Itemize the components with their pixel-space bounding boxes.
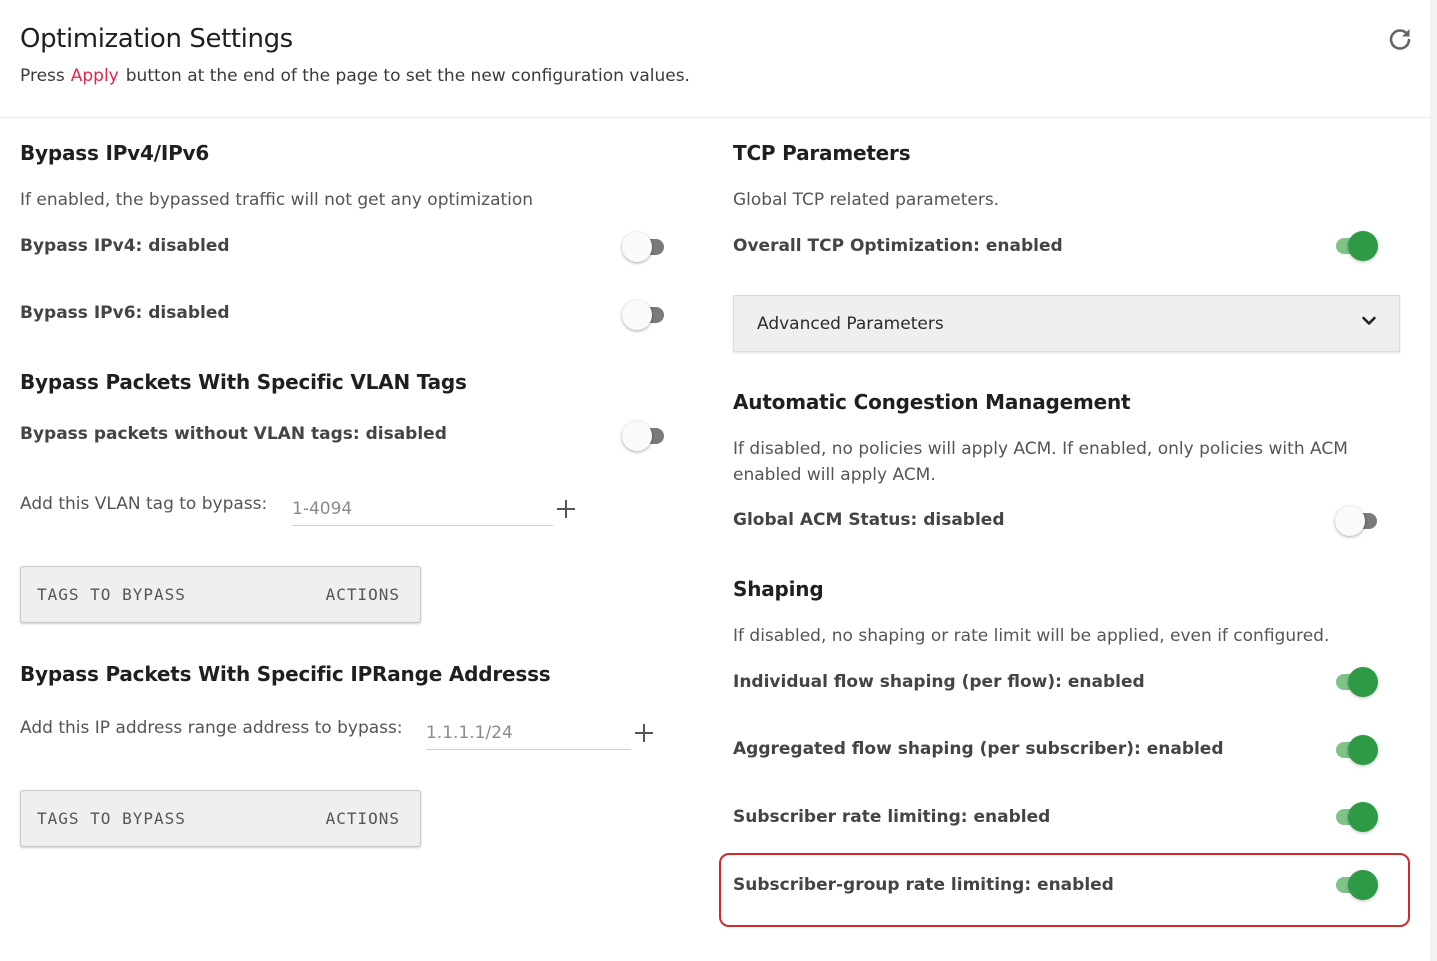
acm-description: If disabled, no policies will apply ACM.… xyxy=(733,439,1348,485)
aggregated-flow-shaping-toggle[interactable] xyxy=(1336,735,1378,765)
shaping-item-label: Individual flow shaping (per flow): enab… xyxy=(733,672,1145,692)
acm-status-toggle[interactable] xyxy=(1335,506,1377,536)
iprange-add-label: Add this IP address range address to byp… xyxy=(20,718,403,738)
toggle-knob xyxy=(1348,802,1378,832)
individual-flow-shaping-toggle[interactable] xyxy=(1336,667,1378,697)
refresh-icon[interactable] xyxy=(1387,26,1413,52)
advanced-parameters-label: Advanced Parameters xyxy=(757,314,944,334)
iprange-actions-column-header: ACTIONS xyxy=(325,809,400,828)
vlan-tags-column-header: TAGS TO BYPASS xyxy=(37,585,186,604)
iprange-tags-column-header: TAGS TO BYPASS xyxy=(37,809,186,828)
bypass-no-vlan-label: Bypass packets without VLAN tags: disabl… xyxy=(20,424,447,444)
subscriber-group-rate-limiting-toggle[interactable] xyxy=(1336,870,1378,900)
apply-link[interactable]: Apply xyxy=(71,66,119,86)
shaping-title: Shaping xyxy=(733,577,824,601)
shaping-item-label: Subscriber rate limiting: enabled xyxy=(733,807,1051,827)
chevron-down-icon xyxy=(1362,316,1376,325)
tcp-overall-toggle[interactable] xyxy=(1336,231,1378,261)
page-subtitle: Press Apply button at the end of the page … xyxy=(20,66,690,86)
bypass-no-vlan-toggle[interactable] xyxy=(622,421,664,451)
advanced-parameters-accordion[interactable]: Advanced Parameters xyxy=(733,295,1400,352)
iprange-input[interactable] xyxy=(426,716,631,750)
toggle-knob xyxy=(622,421,652,451)
tcp-title: TCP Parameters xyxy=(733,141,911,165)
bypass-iprange-title: Bypass Packets With Specific IPRange Add… xyxy=(20,662,551,686)
shaping-item-label: Subscriber-group rate limiting: enabled xyxy=(733,875,1114,895)
bypass-ipv6-label: Bypass IPv6: disabled xyxy=(20,303,230,323)
toggle-knob xyxy=(622,232,652,262)
subscriber-rate-limiting-toggle[interactable] xyxy=(1336,802,1378,832)
toggle-knob xyxy=(1335,506,1365,536)
add-iprange-plus-icon[interactable] xyxy=(633,722,655,744)
add-vlan-plus-icon[interactable] xyxy=(555,498,577,520)
toggle-knob xyxy=(1348,870,1378,900)
subtitle-prefix: Press xyxy=(20,66,65,86)
acm-status-label: Global ACM Status: disabled xyxy=(733,510,1005,530)
bypass-ipv4-toggle[interactable] xyxy=(622,232,664,262)
tcp-overall-label: Overall TCP Optimization: enabled xyxy=(733,236,1063,256)
vlan-actions-column-header: ACTIONS xyxy=(325,585,400,604)
bypass-ipv4-label: Bypass IPv4: disabled xyxy=(20,236,230,256)
vlan-add-label: Add this VLAN tag to bypass: xyxy=(20,494,268,514)
vlan-tags-table-header: TAGS TO BYPASS ACTIONS xyxy=(20,566,421,623)
iprange-tags-table-header: TAGS TO BYPASS ACTIONS xyxy=(20,790,421,847)
bypass-ip-title: Bypass IPv4/IPv6 xyxy=(20,141,210,165)
toggle-knob xyxy=(1348,231,1378,261)
subtitle-suffix: button at the end of the page to set the… xyxy=(125,66,690,86)
page-title: Optimization Settings xyxy=(20,24,293,54)
toggle-knob xyxy=(1348,667,1378,697)
shaping-description: If disabled, no shaping or rate limit wi… xyxy=(733,626,1330,646)
shaping-item-label: Aggregated flow shaping (per subscriber)… xyxy=(733,739,1224,759)
tcp-description: Global TCP related parameters. xyxy=(733,190,1000,210)
bypass-ip-description: If enabled, the bypassed traffic will no… xyxy=(20,190,534,210)
vlan-tag-input[interactable] xyxy=(292,492,553,526)
toggle-knob xyxy=(1348,735,1378,765)
scrollbar[interactable] xyxy=(1430,0,1437,961)
bypass-vlan-title: Bypass Packets With Specific VLAN Tags xyxy=(20,370,467,394)
acm-title: Automatic Congestion Management xyxy=(733,390,1131,414)
page-header: Optimization Settings Press Apply button a… xyxy=(0,0,1430,118)
toggle-knob xyxy=(622,300,652,330)
bypass-ipv6-toggle[interactable] xyxy=(622,300,664,330)
